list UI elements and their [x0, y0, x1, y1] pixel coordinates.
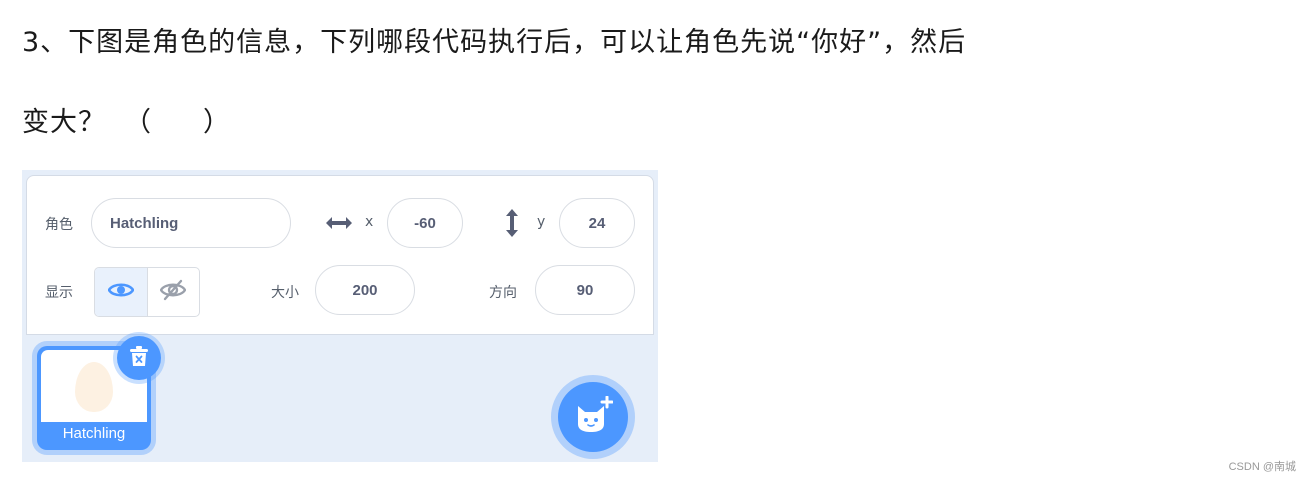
visibility-toggle	[94, 267, 200, 317]
hide-button[interactable]	[148, 268, 200, 316]
sprite-label: 角色	[45, 217, 73, 233]
watermark: CSDN @南城	[1228, 461, 1296, 473]
eye-icon	[107, 281, 135, 303]
y-label: y	[537, 214, 546, 230]
sprite-info-card: 角色 Hatchling x -60 y 24 显示 大小 200 方向 90	[26, 175, 654, 335]
sprite-thumbnail-name: Hatchling	[62, 425, 126, 442]
vertical-arrows-icon	[504, 208, 520, 242]
y-input[interactable]: 24	[559, 198, 635, 248]
direction-input[interactable]: 90	[535, 265, 635, 315]
trash-icon	[129, 345, 149, 371]
delete-sprite-button[interactable]	[117, 336, 161, 380]
size-input[interactable]: 200	[315, 265, 415, 315]
answer-bracket: （）	[124, 100, 230, 139]
eye-slash-icon	[159, 279, 187, 305]
x-label: x	[365, 214, 374, 230]
show-label: 显示	[45, 285, 73, 301]
direction-label: 方向	[489, 285, 517, 301]
sprite-name-input[interactable]: Hatchling	[91, 198, 291, 248]
bracket-close: ）	[203, 107, 230, 138]
cat-plus-icon	[573, 395, 614, 438]
question-text-line-1: 3、下图是角色的信息，下列哪段代码执行后，可以让角色先说“你好”，然后	[22, 27, 967, 58]
add-sprite-button[interactable]	[558, 382, 628, 452]
horizontal-arrows-icon	[325, 213, 353, 237]
sprite-panel-screenshot: 角色 Hatchling x -60 y 24 显示 大小 200 方向 90 …	[22, 170, 658, 462]
question-text-line-2: 变大？（）	[22, 100, 230, 139]
show-button[interactable]	[95, 268, 148, 316]
question-text-line-2-main: 变大？	[22, 107, 106, 138]
x-input[interactable]: -60	[387, 198, 463, 248]
hatchling-egg-image	[75, 362, 113, 412]
bracket-open: （	[124, 107, 151, 138]
size-label: 大小	[271, 285, 299, 301]
